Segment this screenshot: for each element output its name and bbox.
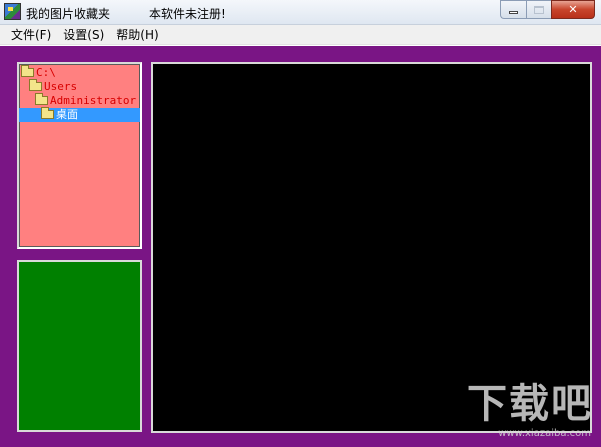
- maximize-icon: [534, 5, 544, 14]
- menu-help[interactable]: 帮助(H): [110, 25, 164, 45]
- window-title: 我的图片收藏夹: [26, 7, 111, 21]
- minimize-icon: [509, 11, 518, 14]
- tree-node-label: 桌面: [56, 108, 78, 121]
- menu-settings[interactable]: 设置(S): [57, 25, 110, 45]
- folder-icon: [29, 79, 42, 91]
- watermark-logo: 下载吧 www.xiazaiba.com: [463, 382, 593, 442]
- minimize-button[interactable]: [500, 0, 526, 19]
- tree-node-label: Users: [44, 80, 78, 93]
- folder-icon: [41, 107, 54, 119]
- tree-node-label: Administrator: [50, 94, 137, 107]
- tree-node-desktop[interactable]: 桌面: [19, 107, 140, 122]
- tree-node-users[interactable]: Users: [29, 79, 78, 94]
- registration-status: 本软件未注册!: [149, 7, 226, 21]
- client-area: C:\ Users Administrator 桌面 下载吧 www.xiaza…: [0, 46, 601, 447]
- close-button[interactable]: ✕: [551, 0, 595, 19]
- menu-bar: 文件(F) 设置(S) 帮助(H): [0, 25, 601, 45]
- menu-file[interactable]: 文件(F): [5, 25, 57, 45]
- folder-icon: [21, 65, 34, 77]
- app-picture-icon[interactable]: [4, 3, 21, 20]
- tree-node-c-drive[interactable]: C:\: [21, 65, 56, 80]
- title-bar[interactable]: 我的图片收藏夹 本软件未注册! ✕: [0, 0, 601, 25]
- close-icon: ✕: [568, 3, 578, 16]
- thumbnail-preview-panel[interactable]: [17, 260, 142, 432]
- maximize-button[interactable]: [526, 0, 551, 19]
- tree-node-label: C:\: [36, 66, 56, 79]
- window-controls: ✕: [500, 0, 595, 19]
- image-viewer-panel[interactable]: [151, 62, 592, 433]
- folder-icon: [35, 93, 48, 105]
- watermark-text: 下载吧: [467, 381, 593, 427]
- watermark-url: www.xiazaiba.com: [498, 428, 591, 439]
- folder-tree[interactable]: C:\ Users Administrator 桌面: [17, 62, 142, 249]
- tree-node-administrator[interactable]: Administrator: [35, 93, 137, 108]
